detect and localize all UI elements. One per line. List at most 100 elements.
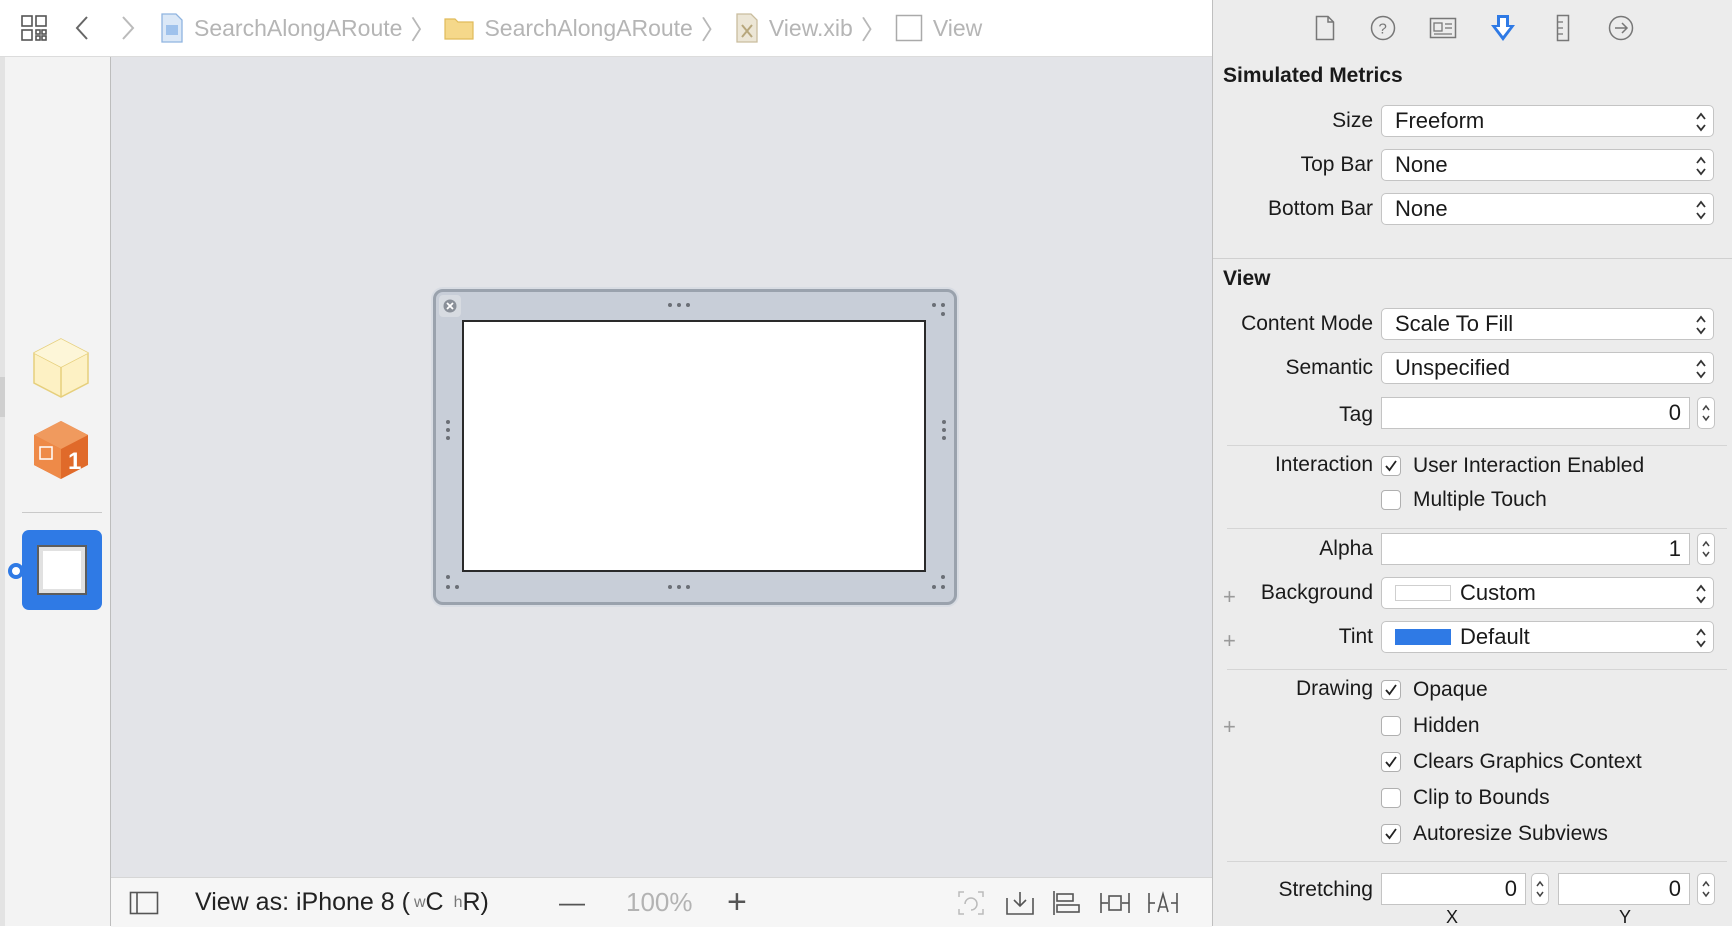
updown-arrows-icon — [1695, 583, 1707, 605]
checkbox-icon — [1381, 456, 1401, 476]
checkbox-icon — [1381, 824, 1401, 844]
updown-arrows-icon — [1695, 314, 1707, 336]
back-button[interactable] — [64, 10, 100, 46]
view-icon — [895, 14, 923, 42]
top-bar-popup[interactable]: None — [1381, 149, 1714, 181]
resize-handle-top[interactable] — [668, 303, 695, 307]
project-icon — [160, 13, 184, 43]
identity-inspector-icon[interactable] — [1427, 12, 1459, 44]
breadcrumb-item-view[interactable]: View — [895, 14, 982, 42]
zoom-in-button[interactable]: + — [727, 878, 747, 927]
svg-text:1: 1 — [68, 448, 81, 475]
user-interaction-checkbox[interactable]: User Interaction Enabled — [1381, 452, 1644, 480]
alpha-field[interactable]: 1 — [1381, 533, 1690, 565]
checkbox-icon — [1381, 716, 1401, 736]
interface-builder-canvas[interactable] — [111, 57, 1212, 877]
autoresize-subviews-checkbox[interactable]: Autoresize Subviews — [1381, 820, 1608, 848]
resize-handle-top-right[interactable] — [932, 303, 950, 307]
view-frame[interactable] — [433, 289, 957, 605]
attributes-inspector: ? Simulated Metrics Size Freeform Top Ba… — [1212, 0, 1732, 927]
quick-help-icon[interactable]: ? — [1367, 12, 1399, 44]
bottom-bar-popup[interactable]: None — [1381, 193, 1714, 225]
chevron-right-icon: 〉 — [700, 14, 727, 45]
resolve-layout-issues-icon[interactable] — [1147, 878, 1179, 927]
opaque-checkbox[interactable]: Opaque — [1381, 676, 1488, 704]
resize-handle-bottom[interactable] — [668, 585, 695, 589]
align-icon[interactable] — [1051, 878, 1081, 927]
connections-inspector-icon[interactable] — [1605, 12, 1637, 44]
tint-color-popup[interactable]: Default — [1381, 621, 1714, 653]
size-popup[interactable]: Freeform — [1381, 105, 1714, 137]
placeholder-cube-icon[interactable] — [32, 337, 90, 399]
inspector-tabs: ? — [1213, 0, 1732, 56]
updown-arrows-icon — [1695, 358, 1707, 380]
resize-handle-bottom-left[interactable] — [446, 585, 464, 589]
interaction-label: Interaction — [1274, 453, 1373, 476]
file-inspector-icon[interactable] — [1309, 12, 1341, 44]
close-icon[interactable] — [439, 295, 461, 317]
stretching-x-field[interactable]: 0 — [1381, 873, 1526, 905]
zoom-out-button[interactable]: — — [559, 878, 585, 927]
breadcrumb-item-project[interactable]: SearchAlongARoute — [160, 13, 402, 43]
update-frames-icon[interactable] — [957, 878, 985, 927]
hidden-checkbox[interactable]: Hidden — [1381, 712, 1480, 740]
stretching-x-caption: X — [1446, 907, 1459, 927]
folder-icon — [444, 16, 475, 40]
alpha-stepper[interactable] — [1697, 533, 1715, 565]
chevron-right-icon: 〉 — [410, 14, 437, 45]
stretching-y-caption: Y — [1619, 907, 1632, 927]
forward-button[interactable] — [110, 10, 146, 46]
embed-in-stack-icon[interactable] — [1005, 878, 1035, 927]
tag-field[interactable]: 0 — [1381, 397, 1690, 429]
related-items-icon[interactable] — [16, 10, 52, 46]
stretching-y-stepper[interactable] — [1697, 873, 1715, 905]
updown-arrows-icon — [1695, 111, 1707, 133]
color-swatch — [1395, 585, 1451, 601]
semantic-popup[interactable]: Unspecified — [1381, 352, 1714, 384]
resize-handle-right[interactable] — [942, 420, 946, 444]
tint-label: Tint — [1338, 625, 1373, 648]
tag-stepper[interactable] — [1697, 397, 1715, 429]
checkbox-icon — [1381, 788, 1401, 808]
stretching-label: Stretching — [1278, 878, 1373, 901]
section-title-view: View — [1223, 267, 1271, 290]
view-icon — [37, 545, 87, 595]
add-constraints-icon[interactable] — [1099, 878, 1131, 927]
color-swatch — [1395, 629, 1451, 645]
content-mode-popup[interactable]: Scale To Fill — [1381, 308, 1714, 340]
semantic-label: Semantic — [1285, 356, 1373, 379]
attributes-inspector-icon[interactable] — [1487, 12, 1519, 44]
view-as-device-button[interactable]: View as: iPhone 8 ( w C h R) — [195, 878, 489, 927]
resize-handle-left[interactable] — [446, 420, 450, 444]
tag-label: Tag — [1339, 403, 1373, 426]
drawing-label: Drawing — [1295, 677, 1373, 700]
multiple-touch-checkbox[interactable]: Multiple Touch — [1381, 486, 1547, 514]
chevron-right-icon: 〉 — [860, 14, 887, 45]
bottom-bar-label: Bottom Bar — [1267, 197, 1373, 220]
stretching-x-stepper[interactable] — [1531, 873, 1549, 905]
jump-bar: SearchAlongARoute 〉 SearchAlongARoute 〉 … — [0, 0, 1212, 57]
background-color-popup[interactable]: Custom — [1381, 577, 1714, 609]
breadcrumb-item-folder[interactable]: SearchAlongARoute — [444, 15, 693, 42]
outline-view-object[interactable] — [22, 530, 102, 610]
view-content-area[interactable] — [462, 320, 926, 572]
toggle-outline-icon[interactable] — [129, 878, 159, 927]
clip-to-bounds-checkbox[interactable]: Clip to Bounds — [1381, 784, 1550, 812]
resize-handle-bottom-right[interactable] — [932, 585, 950, 589]
first-responder-icon[interactable]: 1 — [32, 419, 90, 481]
canvas-bottom-bar: View as: iPhone 8 ( w C h R) — 100% + — [111, 877, 1212, 927]
section-title-simulated-metrics: Simulated Metrics — [1223, 64, 1403, 87]
size-inspector-icon[interactable] — [1547, 12, 1579, 44]
svg-text:?: ? — [1379, 21, 1387, 38]
add-hidden-variation-button[interactable]: + — [1223, 714, 1236, 740]
checkbox-icon — [1381, 490, 1401, 510]
clears-graphics-context-checkbox[interactable]: Clears Graphics Context — [1381, 748, 1642, 776]
breadcrumb: SearchAlongARoute 〉 SearchAlongARoute 〉 … — [160, 0, 982, 56]
xib-file-icon — [735, 13, 759, 43]
updown-arrows-icon — [1695, 199, 1707, 221]
selection-indicator — [8, 563, 24, 579]
breadcrumb-item-xib[interactable]: View.xib — [735, 13, 853, 43]
content-mode-label: Content Mode — [1241, 312, 1373, 335]
stretching-y-field[interactable]: 0 — [1558, 873, 1690, 905]
updown-arrows-icon — [1695, 627, 1707, 649]
